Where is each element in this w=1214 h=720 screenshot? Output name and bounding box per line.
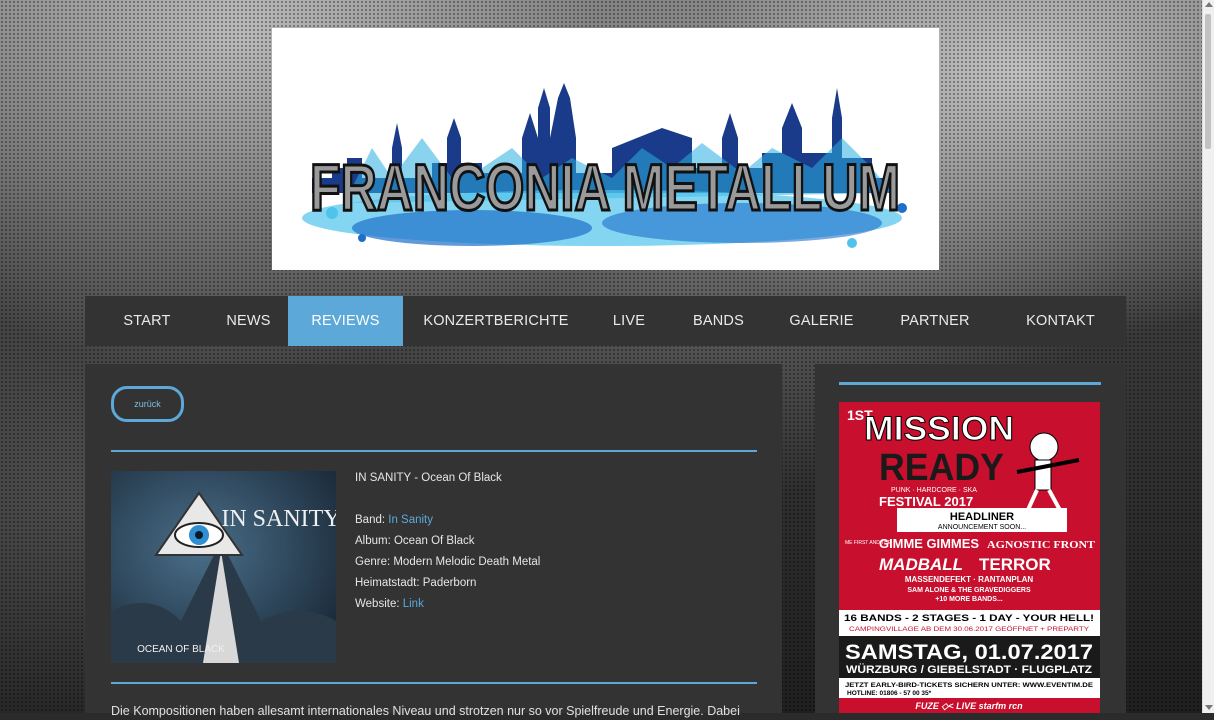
cover-band-text: IN SANITY (221, 506, 336, 532)
nav-item-galerie[interactable]: GALERIE (768, 296, 875, 346)
info-album: Album: Ocean Of Black (355, 535, 475, 547)
review-title: IN SANITY - Ocean Of Black (355, 472, 502, 484)
festival-ad-banner[interactable]: 1ST MISSION READY PUNK · HARDCORE · SKA … (839, 402, 1100, 713)
ad-line1: MISSION (864, 410, 1014, 448)
scroll-thumb[interactable] (1205, 14, 1211, 149)
vertical-scrollbar[interactable] (1202, 0, 1214, 713)
scroll-down-icon[interactable] (1205, 705, 1213, 710)
ad-band6: SAM ALONE & THE GRAVEDIGGERS (907, 587, 1031, 594)
ad-camping: CAMPINGVILLAGE AB DEM 30.06.2017 GEÖFFNE… (849, 626, 1089, 633)
ad-band7: +10 MORE BANDS... (935, 596, 1003, 603)
review-info: IN SANITY - Ocean Of Black Band: In Sani… (355, 468, 540, 615)
site-logo[interactable]: FRANCONIA METALLUM (272, 28, 939, 270)
sidebar-divider (839, 382, 1101, 385)
main-navigation: START NEWS REVIEWS KONZERTBERICHTE LIVE … (85, 296, 1126, 346)
album-cover: IN SANITY OCEAN OF BLACK (111, 471, 336, 663)
ad-festival: FESTIVAL 2017 (879, 494, 973, 509)
ad-stats: 16 BANDS - 2 STAGES - 1 DAY - YOUR HELL! (844, 613, 1094, 623)
band-link[interactable]: In Sanity (388, 514, 433, 526)
website-link[interactable]: Link (403, 598, 424, 610)
ad-line2: READY (879, 447, 1004, 489)
info-genre: Genre: Modern Melodic Death Metal (355, 556, 541, 568)
ad-location: WÜRZBURG / GIEBELSTADT · FLUGPLATZ (846, 663, 1092, 676)
ad-sponsors: FUZE ◇< LIVE starfm rcn (915, 701, 1023, 711)
ad-band5: MASSENDEFEKT · RANTANPLAN (905, 575, 1034, 584)
ad-band1: GIMME GIMMES (879, 536, 979, 551)
ad-tagline: PUNK · HARDCORE · SKA (891, 487, 977, 494)
nav-item-live[interactable]: LIVE (589, 296, 669, 346)
ad-date: SAMSTAG, 01.07.2017 (845, 641, 1093, 664)
info-website: Website: Link (355, 598, 424, 610)
ad-hotline: HOTLINE: 01806 - 57 00 35* (847, 690, 932, 697)
info-hometown: Heimatstadt: Paderborn (355, 577, 477, 589)
review-body-text: Die Kompositionen haben allesamt interna… (111, 704, 740, 718)
divider-bottom (111, 682, 757, 684)
scroll-up-icon[interactable] (1205, 2, 1213, 7)
sidebar: 1ST MISSION READY PUNK · HARDCORE · SKA … (815, 364, 1126, 713)
divider-top (111, 450, 757, 452)
nav-item-reviews[interactable]: REVIEWS (288, 296, 403, 346)
nav-item-partner[interactable]: PARTNER (875, 296, 995, 346)
nav-item-kontakt[interactable]: KONTAKT (995, 296, 1126, 346)
info-band: Band: In Sanity (355, 514, 433, 526)
nav-item-bands[interactable]: BANDS (669, 296, 768, 346)
ad-band2: AGNOSTIC FRONT (987, 539, 1096, 551)
review-content: zurück IN SANITY OCEAN OF BLACK IN SANIT… (85, 364, 782, 718)
back-button[interactable]: zurück (111, 386, 184, 422)
nav-item-news[interactable]: NEWS (209, 296, 288, 346)
ad-band3: MADBALL (879, 555, 963, 574)
nav-item-start[interactable]: START (85, 296, 209, 346)
ad-tickets: JETZT EARLY-BIRD-TICKETS SICHERN UNTER: … (845, 682, 1094, 689)
logo-text: FRANCONIA METALLUM (310, 150, 900, 224)
ad-announcement: ANNOUNCEMENT SOON... (938, 524, 1026, 531)
cover-album-text: OCEAN OF BLACK (137, 644, 225, 655)
ad-band4: TERROR (979, 555, 1051, 574)
nav-item-konzertberichte[interactable]: KONZERTBERICHTE (403, 296, 589, 346)
ad-headliner: HEADLINER (950, 511, 1014, 523)
